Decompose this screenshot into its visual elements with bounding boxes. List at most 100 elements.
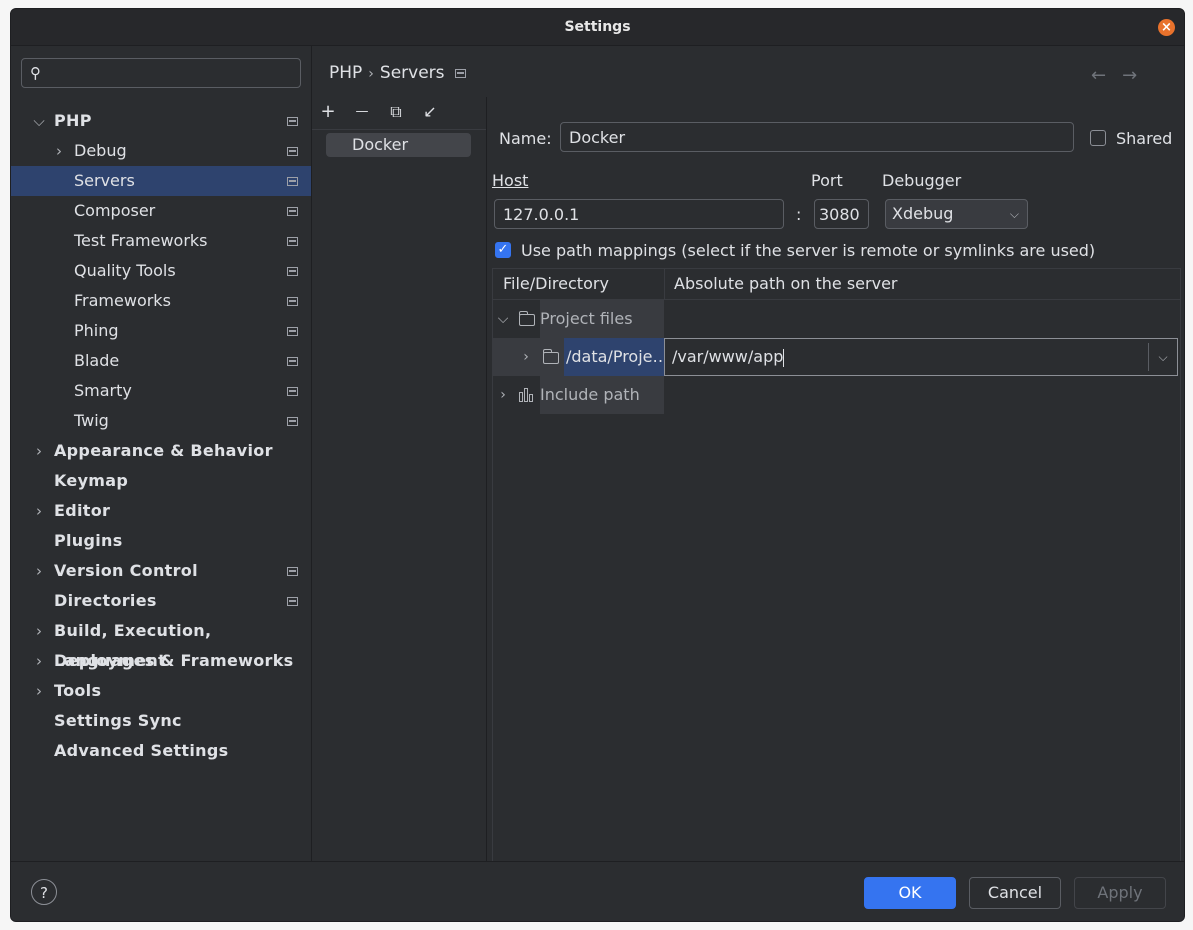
library-icon	[519, 388, 535, 402]
sidebar-item-smarty[interactable]: Smarty	[11, 376, 311, 406]
sidebar-item-label: Blade	[74, 351, 120, 370]
project-scope-icon	[287, 387, 298, 396]
sidebar-item-advanced-settings[interactable]: Advanced Settings	[11, 736, 311, 766]
row-label: Include path	[540, 376, 664, 414]
sidebar-item-version-control[interactable]: › Version Control	[11, 556, 311, 586]
sidebar-item-label: Editor	[54, 501, 111, 520]
breadcrumb-separator: ›	[368, 66, 374, 82]
sidebar-item-servers[interactable]: Servers	[11, 166, 311, 196]
sidebar-item-test-frameworks[interactable]: Test Frameworks	[11, 226, 311, 256]
forward-arrow-icon[interactable]: →	[1122, 65, 1153, 86]
sidebar-item-keymap[interactable]: Keymap	[11, 466, 311, 496]
host-port-separator: :	[796, 205, 802, 224]
project-scope-icon	[287, 357, 298, 366]
sidebar-item-languages-frameworks[interactable]: › Languages & Frameworks	[11, 646, 311, 676]
sidebar-item-frameworks[interactable]: Frameworks	[11, 286, 311, 316]
breadcrumb-current: Servers	[379, 63, 445, 83]
shared-label: Shared	[1116, 129, 1173, 148]
chevron-right-icon[interactable]: ›	[32, 616, 46, 646]
sidebar-item-composer[interactable]: Composer	[11, 196, 311, 226]
project-scope-icon	[287, 327, 298, 336]
host-field[interactable]: 127.0.0.1	[494, 199, 784, 229]
sidebar-item-label: Tools	[54, 681, 102, 700]
chevron-right-icon[interactable]: ›	[496, 387, 510, 403]
chevron-right-icon[interactable]: ›	[52, 136, 66, 166]
server-form: Name: Docker Shared Host Port Debugger 1…	[487, 97, 1184, 865]
dialog-footer: ? OK Cancel Apply	[11, 861, 1184, 921]
sidebar-item-phing[interactable]: Phing	[11, 316, 311, 346]
back-arrow-icon[interactable]: ←	[1091, 65, 1122, 86]
sidebar-item-label: Quality Tools	[74, 261, 176, 280]
sidebar-item-label: Version Control	[54, 561, 198, 580]
sidebar-item-blade[interactable]: Blade	[11, 346, 311, 376]
debugger-label: Debugger	[882, 171, 962, 190]
table-row-include-path[interactable]: › Include path	[493, 376, 1180, 414]
sidebar-item-tools[interactable]: › Tools	[11, 676, 311, 706]
remove-icon[interactable]: —	[352, 102, 372, 122]
server-item-docker[interactable]: Docker	[326, 133, 471, 157]
cancel-button[interactable]: Cancel	[969, 877, 1061, 909]
port-field[interactable]: 3080	[814, 199, 869, 229]
sidebar-item-appearance-behavior[interactable]: › Appearance & Behavior	[11, 436, 311, 466]
chevron-down-icon[interactable]: ⌵	[1148, 343, 1177, 371]
text-cursor	[783, 348, 785, 367]
sidebar-item-label: Composer	[74, 201, 156, 220]
search-input[interactable]: ⚲	[21, 58, 301, 88]
sidebar-item-settings-sync[interactable]: Settings Sync	[11, 706, 311, 736]
shared-checkbox[interactable]	[1090, 130, 1106, 146]
project-scope-icon	[287, 237, 298, 246]
copy-icon[interactable]: ⧉	[386, 102, 406, 122]
sidebar-item-label: Appearance & Behavior	[54, 441, 273, 460]
sidebar-item-label: Plugins	[54, 531, 123, 550]
ok-button[interactable]: OK	[864, 877, 956, 909]
name-label: Name:	[499, 129, 552, 148]
chevron-right-icon[interactable]: ›	[32, 496, 46, 526]
chevron-right-icon[interactable]: ›	[32, 556, 46, 586]
server-path-input[interactable]: /var/www/app ⌵	[664, 338, 1178, 376]
sidebar-item-label: Keymap	[54, 471, 129, 490]
chevron-down-icon[interactable]: ⌵	[32, 106, 46, 136]
column-divider[interactable]	[664, 269, 665, 299]
title-bar: Settings ×	[11, 9, 1184, 46]
sidebar-item-twig[interactable]: Twig	[11, 406, 311, 436]
sidebar-item-plugins[interactable]: Plugins	[11, 526, 311, 556]
servers-toolbar: + — ⧉ ↙	[312, 97, 486, 130]
path-mappings-checkbox[interactable]: ✓	[495, 242, 511, 258]
project-scope-icon	[287, 177, 298, 186]
path-mappings-table: File/Directory Absolute path on the serv…	[492, 268, 1181, 865]
table-row-project-files[interactable]: ⌵ Project files	[493, 300, 1180, 338]
sidebar-item-directories[interactable]: Directories	[11, 586, 311, 616]
sidebar-item-quality-tools[interactable]: Quality Tools	[11, 256, 311, 286]
import-icon[interactable]: ↙	[420, 102, 440, 122]
project-scope-icon	[287, 207, 298, 216]
sidebar-item-label: Languages & Frameworks	[54, 651, 294, 670]
local-path-cell[interactable]: /data/Proje…	[564, 338, 669, 376]
sidebar-item-label: Advanced Settings	[54, 741, 229, 760]
chevron-right-icon[interactable]: ›	[519, 349, 533, 365]
chevron-right-icon[interactable]: ›	[32, 676, 46, 706]
port-label: Port	[811, 171, 843, 190]
breadcrumb-parent[interactable]: PHP	[329, 63, 362, 83]
apply-button[interactable]: Apply	[1074, 877, 1166, 909]
server-path-value: /var/www/app	[672, 347, 784, 366]
sidebar-item-build-execution-deployment[interactable]: › Build, Execution, Deployment	[11, 616, 311, 670]
add-icon[interactable]: +	[318, 102, 338, 122]
path-mappings-label: Use path mappings (select if the server …	[521, 241, 1096, 260]
name-field[interactable]: Docker	[560, 122, 1074, 152]
sidebar-item-debug[interactable]: › Debug	[11, 136, 311, 166]
project-scope-icon	[454, 68, 466, 78]
help-icon[interactable]: ?	[31, 879, 57, 905]
sidebar-item-editor[interactable]: › Editor	[11, 496, 311, 526]
search-icon: ⚲	[30, 64, 41, 82]
chevron-down-icon: ⌵	[1009, 207, 1019, 221]
chevron-right-icon[interactable]: ›	[32, 646, 46, 676]
sidebar-item-php[interactable]: ⌵ PHP	[11, 106, 311, 136]
chevron-right-icon[interactable]: ›	[32, 436, 46, 466]
table-row-mapping[interactable]: › /data/Proje… /var/www/app ⌵	[493, 338, 1180, 376]
expand-down-icon[interactable]: ⌵	[496, 311, 510, 327]
project-scope-icon	[287, 117, 298, 126]
sidebar-item-label: Test Frameworks	[74, 231, 208, 250]
column-header-server-path: Absolute path on the server	[674, 274, 898, 293]
debugger-select[interactable]: Xdebug ⌵	[885, 199, 1028, 229]
close-icon[interactable]: ×	[1158, 19, 1175, 36]
